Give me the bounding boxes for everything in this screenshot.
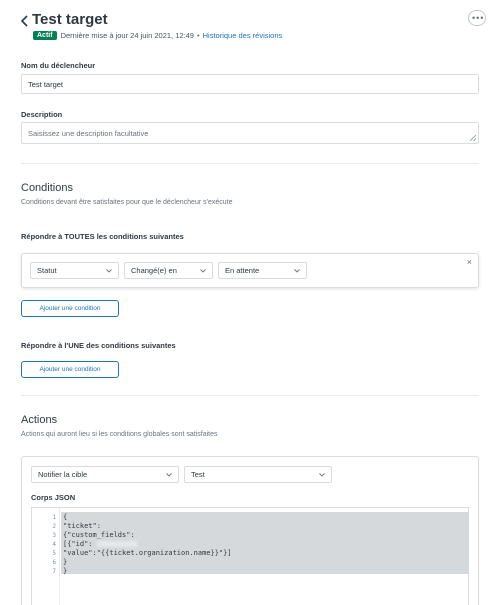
code-line: { — [63, 513, 68, 521]
page-header: Test target ••• Actif Dernière mise à jo… — [20, 10, 486, 46]
revision-history-link[interactable]: Historique des révisions — [203, 31, 283, 40]
condition-operator-value: Changé(e) en — [131, 266, 177, 275]
remove-condition-icon[interactable]: × — [467, 257, 472, 267]
trigger-name-input[interactable]: Test target — [21, 74, 479, 94]
line-number: 7 — [52, 568, 56, 575]
action-row: Notifier la cible Test Corps JSON 1 { 2 … — [21, 456, 479, 605]
description-textarea[interactable]: Saisissez une description facultative — [21, 122, 479, 144]
all-conditions-label: Répondre à TOUTES les conditions suivant… — [21, 232, 184, 241]
status-row: Actif Dernière mise à jour 24 juin 2021,… — [33, 29, 282, 41]
chevron-down-icon — [166, 472, 172, 477]
chevron-down-icon — [294, 268, 300, 273]
conditions-title: Conditions — [21, 182, 73, 194]
add-condition-all-button[interactable]: Ajouter une condition — [21, 300, 119, 317]
json-body-label: Corps JSON — [31, 493, 76, 502]
chevron-left-icon[interactable] — [20, 14, 30, 28]
actions-title: Actions — [21, 414, 58, 426]
code-line: } — [63, 567, 68, 575]
divider — [21, 163, 479, 164]
trigger-name-label: Nom du déclencheur — [21, 61, 96, 70]
code-line: [{"id": — [63, 540, 137, 549]
more-options-button[interactable]: ••• — [468, 10, 486, 26]
conditions-subtitle: Conditions devant être satisfaites pour … — [21, 199, 233, 206]
divider — [21, 395, 479, 396]
condition-field-select[interactable]: Statut — [30, 262, 119, 279]
line-number: 3 — [52, 532, 56, 539]
redacted-value — [96, 541, 137, 547]
line-number: 6 — [52, 559, 56, 566]
code-line: "value":"{{ticket.organization.name}}"}] — [63, 549, 232, 557]
add-condition-any-button[interactable]: Ajouter une condition — [21, 361, 119, 378]
line-number: 1 — [52, 514, 56, 521]
actions-subtitle: Actions qui auront lieu si les condition… — [21, 431, 218, 438]
any-conditions-label: Répondre à l'UNE des conditions suivante… — [21, 341, 176, 350]
action-type-value: Notifier la cible — [38, 470, 88, 479]
code-line: {"custom_fields": — [63, 531, 135, 539]
ellipsis-icon: ••• — [472, 13, 485, 23]
code-line: } — [63, 558, 68, 566]
condition-operator-select[interactable]: Changé(e) en — [124, 262, 213, 279]
line-number: 5 — [52, 550, 56, 557]
resize-handle[interactable] — [470, 135, 476, 141]
last-updated-text: Dernière mise à jour 24 juin 2021, 12:49 — [60, 30, 194, 40]
action-type-select[interactable]: Notifier la cible — [31, 466, 179, 483]
code-line-text: [{"id": — [63, 540, 93, 548]
condition-field-value: Statut — [37, 266, 57, 275]
status-badge: Actif — [33, 30, 57, 40]
condition-value-select[interactable]: En attente — [218, 262, 307, 279]
chevron-down-icon — [319, 472, 325, 477]
chevron-down-icon — [200, 268, 206, 273]
separator: • — [196, 30, 200, 40]
line-number: 2 — [52, 523, 56, 530]
condition-value-text: En attente — [225, 266, 260, 275]
description-label: Description — [21, 110, 63, 119]
json-code-editor[interactable]: 1 { 2 "ticket": 3 {"custom_fields": 4 [{… — [31, 507, 469, 605]
condition-row: Statut Changé(e) en En attente × — [21, 253, 479, 288]
description-placeholder: Saisissez une description facultative — [28, 128, 149, 138]
action-target-select[interactable]: Test — [184, 466, 332, 483]
line-number: 4 — [52, 541, 56, 548]
page-title: Test target — [32, 11, 108, 28]
chevron-down-icon — [106, 268, 112, 273]
code-line: "ticket": — [63, 522, 101, 530]
action-target-value: Test — [191, 470, 205, 479]
